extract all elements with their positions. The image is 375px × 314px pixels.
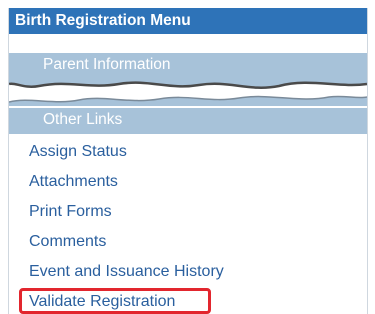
birth-registration-menu: Birth Registration Menu Parent Informati… [8,8,368,314]
link-comments[interactable]: Comments [29,229,106,255]
torn-paper-edge [9,70,367,106]
link-event-and-issuance-history[interactable]: Event and Issuance History [29,259,224,285]
link-attachments[interactable]: Attachments [29,169,118,195]
section-other-links[interactable]: Other Links [9,108,367,134]
link-print-forms[interactable]: Print Forms [29,199,112,225]
link-validate-registration[interactable]: Validate Registration [29,289,175,314]
menu-header: Birth Registration Menu [9,8,367,34]
link-assign-status[interactable]: Assign Status [29,139,127,165]
